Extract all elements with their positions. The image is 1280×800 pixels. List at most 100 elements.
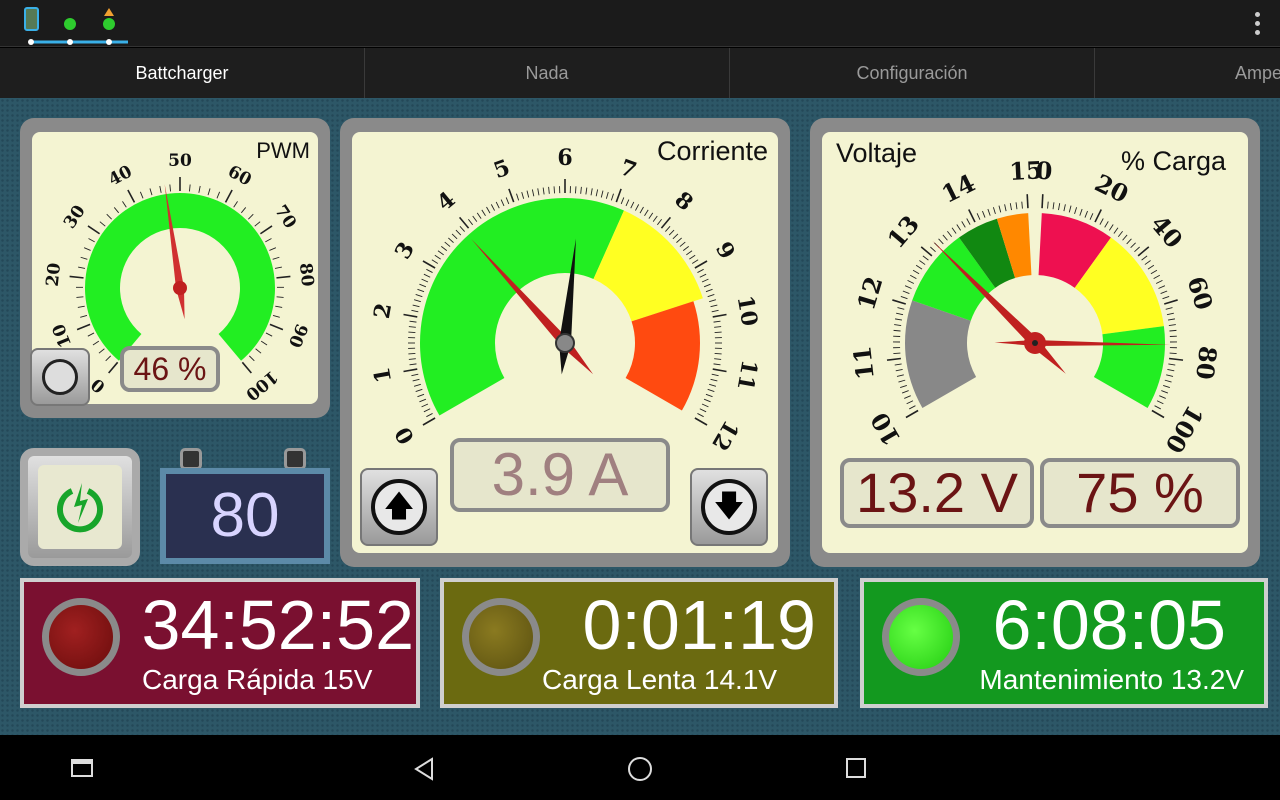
scale-tick bbox=[434, 254, 441, 260]
scale-tick bbox=[1155, 279, 1163, 284]
scale-label: 20 bbox=[43, 262, 65, 288]
scale-tick bbox=[1147, 264, 1155, 270]
scale-tick bbox=[1047, 201, 1049, 209]
scale-tick bbox=[691, 259, 699, 264]
scale-label: 12 bbox=[706, 416, 744, 456]
back-icon[interactable] bbox=[412, 757, 436, 781]
tab-nada[interactable]: Nada bbox=[365, 48, 730, 98]
scale-tick bbox=[1167, 318, 1176, 321]
pwm-toggle-button[interactable] bbox=[30, 348, 90, 406]
scale-label: 30 bbox=[60, 202, 90, 233]
scale-tick bbox=[419, 283, 427, 288]
scale-tick bbox=[548, 186, 550, 194]
fast-charge-label: Carga Rápida 15V bbox=[142, 664, 373, 695]
recents-icon[interactable] bbox=[71, 759, 93, 777]
scale-tick bbox=[894, 318, 903, 321]
gauge-band bbox=[420, 198, 624, 416]
scale-tick bbox=[644, 209, 649, 217]
slow-charge-led bbox=[462, 598, 540, 676]
scale-tick bbox=[580, 186, 582, 194]
home-icon[interactable] bbox=[628, 757, 652, 781]
scale-tick bbox=[189, 184, 191, 192]
scale-tick bbox=[248, 213, 254, 220]
scale-label: 4 bbox=[432, 187, 460, 217]
scale-tick bbox=[412, 378, 420, 382]
start-charge-button[interactable] bbox=[20, 448, 140, 566]
scale-tick bbox=[233, 201, 238, 208]
scale-tick bbox=[966, 218, 971, 225]
scale-tick bbox=[1026, 194, 1029, 209]
scale-tick bbox=[265, 238, 272, 243]
scale-tick bbox=[904, 285, 912, 289]
scale-tick bbox=[919, 260, 926, 265]
scale-label: 3 bbox=[390, 237, 420, 263]
scale-tick bbox=[585, 187, 588, 195]
scale-tick bbox=[78, 266, 86, 269]
scale-tick bbox=[495, 201, 500, 209]
scale-tick bbox=[665, 226, 671, 232]
scale-tick bbox=[1144, 260, 1151, 265]
scale-tick bbox=[224, 189, 233, 203]
scale-tick bbox=[897, 307, 905, 310]
scale-tick bbox=[413, 299, 421, 303]
scale-tick bbox=[87, 225, 101, 235]
scale-tick bbox=[1158, 285, 1166, 289]
scale-label: 70 bbox=[270, 202, 300, 233]
decrease-button[interactable]: 🡇 bbox=[690, 468, 768, 546]
scale-tick bbox=[902, 290, 910, 294]
pwm-title: PWM bbox=[256, 138, 310, 163]
scale-tick bbox=[207, 188, 211, 196]
scale-tick bbox=[1094, 209, 1102, 223]
scale-tick bbox=[426, 268, 433, 273]
scale-tick bbox=[1167, 368, 1175, 372]
scale-tick bbox=[1052, 202, 1055, 210]
scale-label: 8 bbox=[670, 187, 698, 217]
scale-tick bbox=[526, 190, 530, 198]
voltage-readout: 13.2 V bbox=[840, 458, 1034, 528]
maintenance-time: 6:08:05 bbox=[992, 586, 1226, 664]
scale-tick bbox=[909, 274, 917, 279]
scale-tick bbox=[1164, 299, 1178, 305]
scale-tick bbox=[893, 352, 901, 354]
scale-tick bbox=[1130, 242, 1136, 249]
current-title: Corriente bbox=[656, 136, 768, 166]
scale-label: 6 bbox=[557, 145, 572, 171]
scale-tick bbox=[265, 332, 273, 337]
scale-tick bbox=[431, 259, 439, 264]
increase-button[interactable]: 🡅 bbox=[360, 468, 438, 546]
battery-indicator: 80 bbox=[160, 448, 330, 566]
scale-tick bbox=[895, 368, 903, 372]
scale-tick bbox=[1084, 210, 1088, 218]
tab-ampe[interactable]: Ampe bbox=[1095, 48, 1280, 98]
tab-configuracion[interactable]: Configuración bbox=[730, 48, 1095, 98]
scale-tick bbox=[455, 229, 462, 236]
scale-tick bbox=[1009, 203, 1012, 211]
scale-label: 80 bbox=[295, 262, 317, 288]
scale-tick bbox=[1041, 194, 1044, 209]
gauge-band bbox=[1093, 326, 1165, 408]
scale-tick bbox=[521, 191, 525, 199]
scale-tick bbox=[709, 383, 717, 387]
scale-tick bbox=[930, 246, 936, 253]
scale-tick bbox=[699, 273, 707, 278]
scale-tick bbox=[259, 225, 273, 235]
tab-battcharger[interactable]: Battcharger bbox=[0, 48, 365, 98]
scale-tick bbox=[1099, 218, 1104, 225]
scale-tick bbox=[714, 358, 722, 360]
scale-tick bbox=[1137, 246, 1150, 257]
scale-tick bbox=[269, 323, 284, 331]
overview-icon[interactable] bbox=[846, 758, 866, 778]
scale-tick bbox=[1168, 324, 1176, 326]
scale-tick bbox=[676, 237, 682, 243]
arrow-down-icon: 🡇 bbox=[701, 479, 757, 535]
slow-charge-timer: 0:01:19 Carga Lenta 14.1V bbox=[440, 578, 838, 708]
scale-tick bbox=[1166, 312, 1174, 316]
maintenance-label: Mantenimiento 13.2V bbox=[979, 664, 1244, 695]
scale-tick bbox=[705, 393, 713, 398]
scale-tick bbox=[516, 193, 520, 201]
status-bar bbox=[0, 0, 1280, 47]
scale-tick bbox=[610, 193, 614, 201]
scale-tick bbox=[272, 314, 280, 318]
overflow-menu-icon[interactable] bbox=[1255, 12, 1260, 35]
scale-tick bbox=[1169, 357, 1184, 361]
